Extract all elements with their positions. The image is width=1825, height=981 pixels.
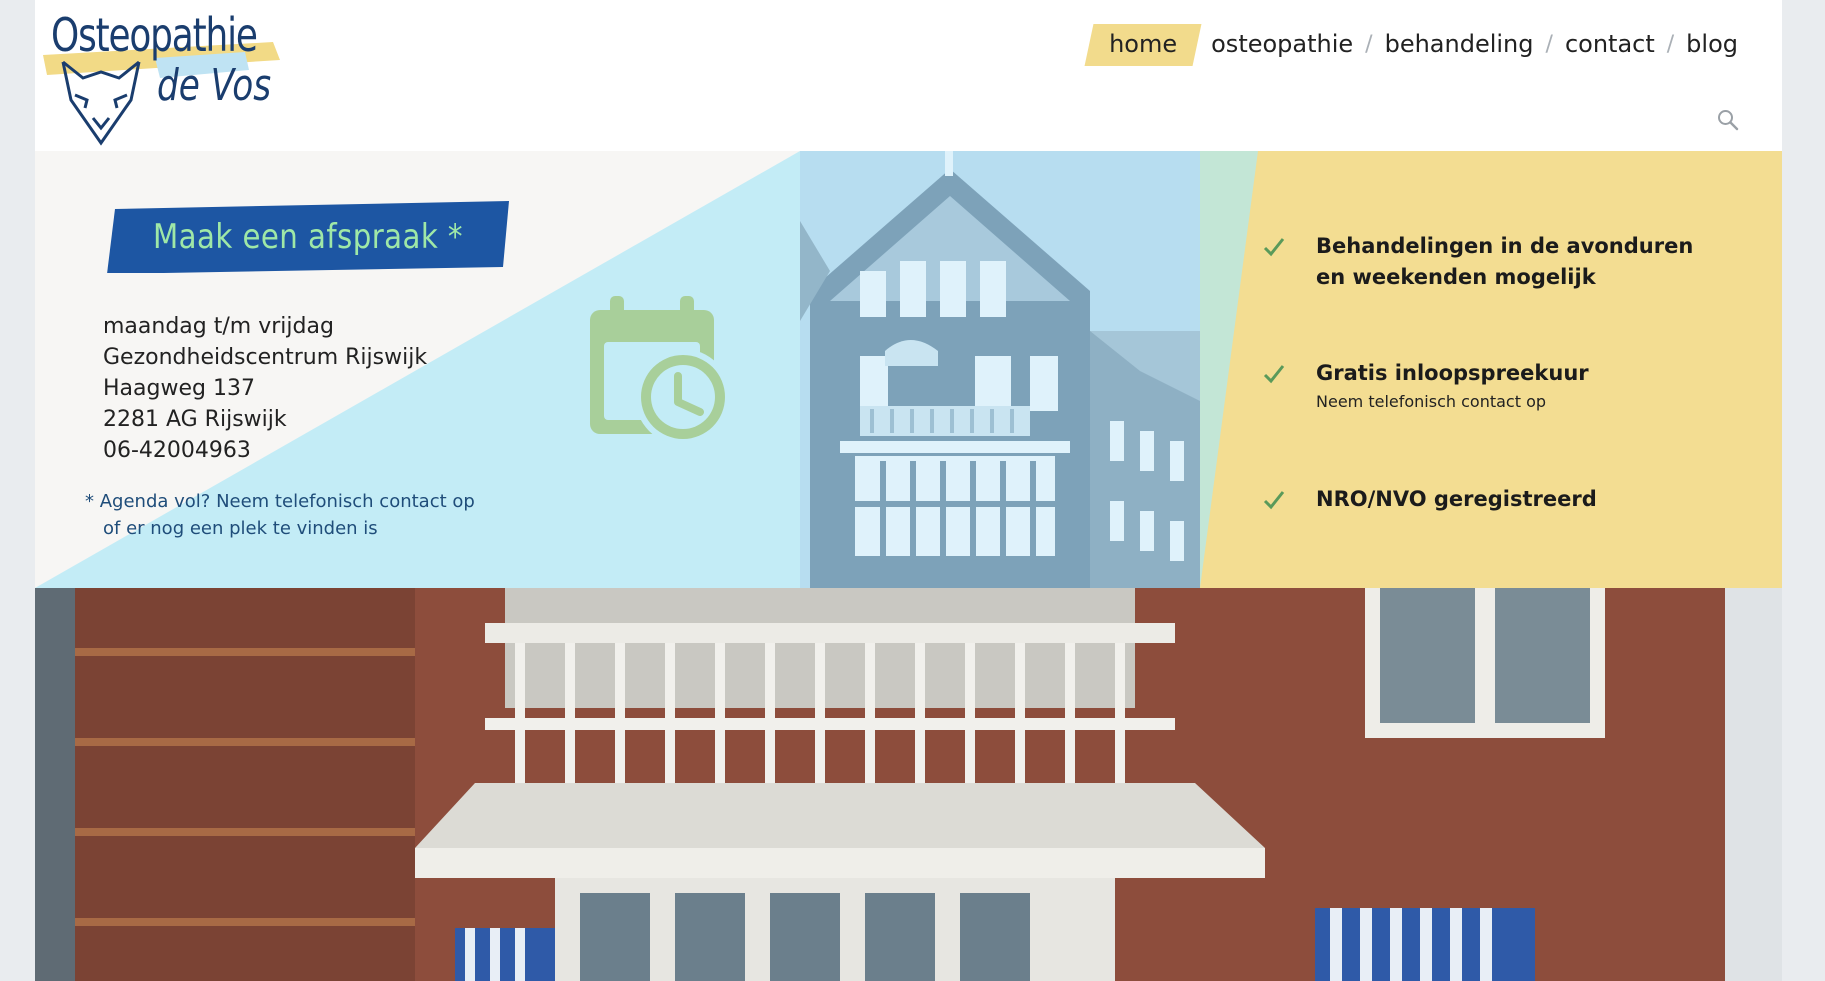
feature-title: Gratis inloopspreekuur [1316,361,1589,385]
nav-separator: / [1545,31,1553,57]
site-logo[interactable]: Osteopathie de Vos [35,0,315,151]
nav-separator: / [1365,31,1373,57]
nav-contact[interactable]: contact [1555,30,1665,58]
page: Osteopathie de Vos home osteopathie / be… [35,0,1782,981]
house-photo-tinted [800,151,1200,588]
feature-title: en weekenden mogelijk [1316,265,1596,289]
nav-separator: / [1666,31,1675,57]
feature-evening-hours: Behandelingen in de avonduren en weekend… [1262,231,1693,293]
check-icon [1263,491,1285,510]
check-icon [1263,238,1285,257]
search-icon[interactable] [1716,108,1740,132]
calendar-clock-icon [590,296,731,445]
address-phone[interactable]: 06-42004963 [103,435,427,466]
practice-address: maandag t/m vrijdag Gezondheidscentrum R… [103,311,427,466]
feature-subtitle: Neem telefonisch contact op [1316,392,1547,411]
nav-home[interactable]: home [1089,26,1197,62]
agenda-note-line: of er nog een plek te vinden is [103,518,378,539]
building-illustration [35,588,1782,981]
make-appointment-label: Maak een afspraak * [152,217,463,257]
nav-behandeling[interactable]: behandeling [1375,30,1544,58]
feature-registered: NRO/NVO geregistreerd [1262,484,1597,515]
logo-title: Osteopathie [51,8,258,62]
building-photo [35,588,1782,981]
appointment-panel: Maak een afspraak * maandag t/m vrijdag … [35,151,800,588]
house-illustration [800,151,1200,588]
address-days: maandag t/m vrijdag [103,314,334,339]
address-city: 2281 AG Rijswijk [103,407,287,432]
feature-title: NRO/NVO geregistreerd [1316,487,1597,511]
check-icon [1263,365,1285,384]
nav-osteopathie[interactable]: osteopathie [1201,30,1363,58]
main-nav: home osteopathie / behandeling / contact… [1089,22,1748,66]
feature-walk-in: Gratis inloopspreekuur Neem telefonisch … [1262,358,1589,415]
agenda-note-line: * Agenda vol? Neem telefonisch contact o… [85,491,475,512]
nav-blog[interactable]: blog [1676,30,1748,58]
hero-section: Maak een afspraak * maandag t/m vrijdag … [35,151,1782,588]
site-header: Osteopathie de Vos home osteopathie / be… [35,0,1782,151]
fox-icon [61,60,141,146]
make-appointment-button[interactable]: Maak een afspraak * [107,201,509,273]
features-panel: Behandelingen in de avonduren en weekend… [1200,151,1782,588]
address-street: Haagweg 137 [103,376,255,401]
logo-subtitle: de Vos [157,60,272,111]
address-centre: Gezondheidscentrum Rijswijk [103,345,428,370]
agenda-note: * Agenda vol? Neem telefonisch contact o… [85,488,475,542]
feature-title: Behandelingen in de avonduren [1316,234,1694,258]
